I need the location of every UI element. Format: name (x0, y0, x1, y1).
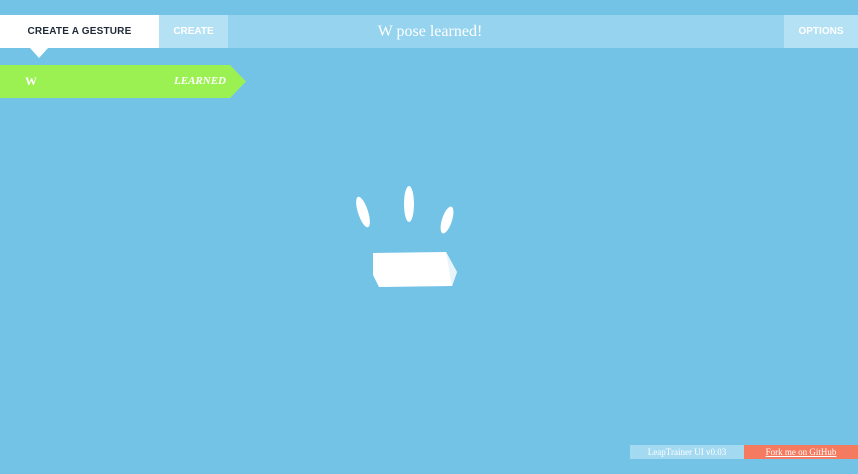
tab-options-label: OPTIONS (798, 26, 844, 37)
gesture-name: W (25, 74, 37, 88)
hand-pose-icon (356, 186, 457, 287)
tab-create[interactable]: CREATE (159, 15, 228, 48)
tab-create-label: CREATE (173, 26, 214, 37)
tab-create-a-gesture[interactable]: CREATE A GESTURE (0, 15, 159, 58)
gesture-status: LEARNED (174, 75, 226, 87)
version-label: LeapTrainer UI v0.03 (630, 445, 744, 459)
gesture-list-item[interactable]: W LEARNED (0, 65, 246, 98)
tab-options[interactable]: OPTIONS (784, 15, 858, 48)
status-message: W pose learned! (377, 23, 483, 40)
active-tab-pointer (30, 48, 48, 58)
tab-create-a-gesture-label: CREATE A GESTURE (27, 26, 132, 37)
fork-github-link[interactable]: Fork me on GitHub (744, 445, 858, 459)
